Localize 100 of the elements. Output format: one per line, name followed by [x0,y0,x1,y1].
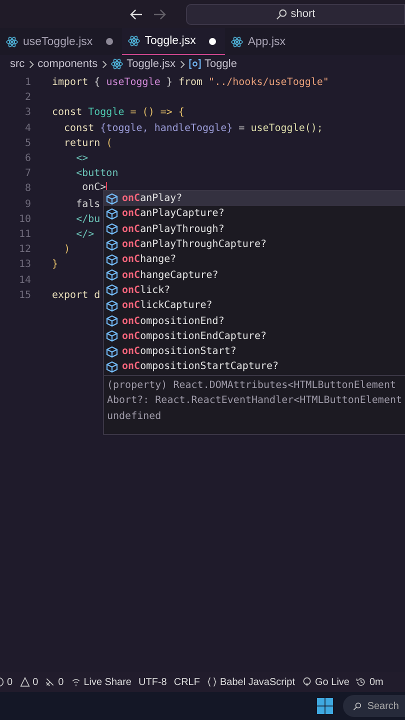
windows-logo-icon[interactable] [317,698,333,714]
line-number: 14 [18,274,31,286]
suggestion-item[interactable]: onCanPlayCapture? [104,206,405,222]
command-search-field[interactable]: short [186,4,405,24]
cube-icon [106,223,118,236]
warning-icon [20,677,30,687]
status-item[interactable]: 0 [45,676,64,688]
code-token: fals [75,198,100,210]
breadcrumb-item[interactable]: Toggle.jsx [126,58,176,70]
suggestion-label: onCanPlayThrough? [122,224,224,235]
suggestion-label: onCompositionEndCapture? [122,330,266,342]
status-text[interactable]: UTF-8 [138,676,167,688]
breadcrumb-item[interactable]: Toggle [204,58,237,70]
breadcrumb-item[interactable]: components [38,58,98,70]
code-token: return [63,138,100,149]
status-item[interactable]: 0 [0,676,13,688]
suggestion-item[interactable]: onClick? [104,282,405,298]
breadcrumb-item[interactable]: src [10,58,25,70]
line-number: 6 [24,153,31,164]
suggestion-item[interactable]: onCanPlayThrough? [104,222,405,237]
react-icon [110,58,123,70]
react-icon [230,36,243,48]
suggestion-label: onClickCapture? [122,300,212,312]
line-number: 9 [24,198,31,210]
suggestion-label: onCanPlayCapture? [122,208,224,220]
code-token: = [238,122,245,134]
broadcast-icon [302,677,312,687]
status-text: 0m [369,676,384,688]
editor-tab[interactable]: useToggle.jsx [0,28,122,55]
line-number: 12 [18,244,31,256]
status-text: Live Share [84,676,132,688]
code-token: { [94,77,100,88]
details-text: Abort?: React.ReactEventHandler<HTMLButtonElement [107,395,404,408]
suggestion-item[interactable]: onChange? [104,252,405,268]
details-text: (property) React.DOMAttributes<HTMLButtonElement [107,380,397,393]
suggestion-item[interactable]: onCompositionStart? [104,344,405,360]
taskbar-search-field[interactable]: Search [343,695,405,717]
suggestion-item[interactable]: onCanPlayThroughCapture? [104,236,405,252]
line-number: 1 [24,77,31,88]
chevron-icon [102,60,107,68]
cube-icon [106,330,118,342]
editor-tab[interactable]: Toggle.jsx [122,28,225,55]
editor-tab[interactable]: App.jsx [224,28,295,55]
status-item[interactable]: 0m [356,676,384,688]
status-item[interactable]: Live Share [70,676,132,688]
code-token: const [63,122,94,134]
search-text: short [290,8,316,20]
suggestion-item[interactable]: onCompositionEnd? [104,313,405,329]
search-placeholder: Search [367,700,399,712]
status-text[interactable]: CRLF [174,676,200,688]
cube-icon [106,192,118,205]
code-token: {toggle, handleToggle} [100,122,233,134]
status-item[interactable]: Go Live [302,676,350,688]
line-number: 2 [24,92,31,104]
status-text: 0 [32,676,38,688]
tab-label: useToggle.jsx [23,36,93,48]
share-icon [70,677,81,687]
status-item[interactable]: 0 [20,676,38,688]
suggestion-item[interactable]: onCanPlay? [104,191,405,206]
suggestion-label: onClick? [122,284,170,296]
code-token: Toggle [88,107,124,118]
cube-icon [106,208,118,220]
suggestion-label: onCompositionStartCapture? [122,361,279,372]
cube-icon [106,238,118,251]
code-token: useToggle [106,77,160,88]
code-token: ( [106,138,112,149]
suggestion-item[interactable]: onCompositionEndCapture? [104,328,405,344]
code-token: useToggle(); [250,122,323,134]
status-text: 0 [58,676,64,688]
line-number: 5 [24,138,31,149]
code-token: </bu [75,214,100,225]
braces-icon [206,677,217,687]
cube-icon [106,360,118,373]
code-token: "../hooks/useToggle" [208,77,329,88]
line-number: 3 [24,107,31,118]
line-number: 7 [24,168,31,180]
code-token: <> [75,153,88,164]
suggestion-item[interactable]: onClickCapture? [104,298,405,314]
suggestion-item[interactable]: onChangeCapture? [104,267,405,283]
code-token: export d [52,290,100,301]
suggestion-label: onChange? [122,254,176,266]
code-token: } [166,77,172,88]
antenna-icon [45,677,56,687]
line-number: 13 [18,259,31,270]
line-number: 10 [18,214,31,225]
status-text: Go Live [315,676,350,688]
line-number: 4 [24,122,31,134]
code-token: <button [75,168,118,180]
chevron-icon [28,60,34,68]
cube-icon [106,315,118,328]
code-token: import [52,77,88,88]
cube-icon [106,269,118,282]
code-token: onC> [81,182,106,196]
code-token: from [178,77,203,88]
line-number: 11 [18,228,31,240]
suggestion-item[interactable]: onCompositionStartCapture? [104,359,405,375]
suggestion-label: onChangeCapture? [122,270,218,281]
react-icon [128,35,140,47]
chevron-icon [180,60,185,68]
back-arrow-icon[interactable] [130,8,143,20]
